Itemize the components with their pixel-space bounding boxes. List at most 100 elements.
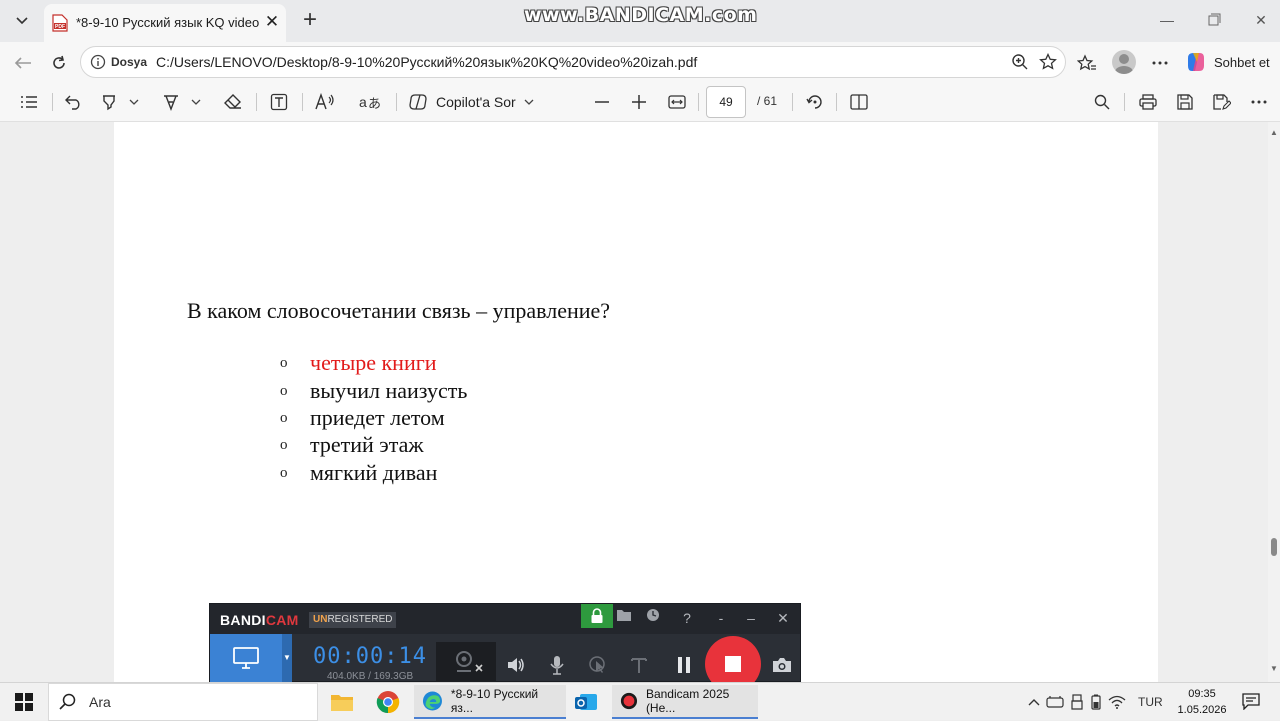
help-icon[interactable]: ? <box>676 608 698 628</box>
taskbar-task-bandicam[interactable]: Bandicam 2025 (Не... <box>612 685 758 719</box>
more-dots-icon <box>1251 100 1267 104</box>
minimize-button[interactable]: – <box>740 608 762 628</box>
bullet: o <box>280 464 288 481</box>
zoom-out-button[interactable] <box>591 92 613 112</box>
vertical-scrollbar[interactable]: ▲ ▼ <box>1268 122 1280 682</box>
new-tab-button[interactable]: + <box>298 8 322 33</box>
close-icon[interactable]: ✕ <box>772 608 794 628</box>
profile-avatar[interactable] <box>1112 50 1136 74</box>
scrollbar-thumb[interactable] <box>1271 538 1277 556</box>
text-overlay-button[interactable] <box>627 654 651 676</box>
answer-option: o четыре книги <box>280 350 437 376</box>
tab-close-icon[interactable]: ✕ <box>263 13 281 31</box>
toolbar-separator <box>52 93 53 111</box>
onedrive-icon[interactable] <box>1046 695 1064 709</box>
clock-date: 1.05.2026 <box>1177 704 1227 716</box>
webcam-toggle[interactable] <box>436 642 496 682</box>
draw-button[interactable] <box>160 92 182 112</box>
input-language[interactable]: TUR <box>1138 695 1163 709</box>
save-button[interactable] <box>1174 92 1196 112</box>
chevron-down-icon <box>16 17 28 25</box>
usb-icon[interactable] <box>1070 694 1084 710</box>
draw-options-button[interactable] <box>188 92 204 112</box>
favorites-button[interactable] <box>1074 50 1100 76</box>
scroll-up-arrow-icon[interactable]: ▲ <box>1270 128 1278 137</box>
pause-button[interactable] <box>672 654 696 676</box>
answer-option-text: четыре книги <box>310 350 437 375</box>
page-view-button[interactable] <box>848 92 870 112</box>
restore-button[interactable] <box>1198 9 1228 31</box>
info-icon[interactable] <box>90 54 106 70</box>
microphone-button[interactable] <box>545 654 569 676</box>
highlight-button[interactable] <box>98 92 120 112</box>
favorite-star-icon[interactable] <box>1039 53 1057 71</box>
taskbar-clock[interactable]: 09:35 1.05.2026 <box>1172 686 1232 718</box>
settings-more-button[interactable] <box>1147 50 1173 76</box>
start-button[interactable] <box>0 683 48 721</box>
screen-mode-button[interactable] <box>210 634 282 682</box>
search-icon <box>59 693 76 710</box>
chevron-down-icon <box>191 99 201 105</box>
find-button[interactable] <box>1091 92 1113 112</box>
rotate-button[interactable] <box>804 92 826 112</box>
lock-button[interactable] <box>581 604 613 628</box>
add-text-button[interactable] <box>268 92 290 112</box>
outlook-taskbar-icon[interactable] <box>566 685 606 719</box>
cursor-effect-button[interactable] <box>586 654 610 676</box>
folder-button[interactable] <box>616 608 638 628</box>
chrome-taskbar-icon[interactable] <box>368 685 408 719</box>
tab-actions-menu-button[interactable] <box>8 8 36 34</box>
two-page-icon <box>850 94 868 110</box>
timer-button[interactable] <box>646 608 668 628</box>
refresh-button[interactable] <box>46 50 72 76</box>
wifi-icon[interactable] <box>1108 695 1126 709</box>
file-explorer-taskbar-icon[interactable] <box>322 685 362 719</box>
zoom-in-button[interactable] <box>628 92 650 112</box>
more-options-button[interactable] <box>1248 92 1270 112</box>
minimize-button[interactable]: — <box>1152 9 1182 31</box>
table-of-contents-button[interactable] <box>18 92 40 112</box>
chevron-up-icon[interactable] <box>1028 698 1040 706</box>
eraser-button[interactable] <box>222 92 244 112</box>
undo-icon <box>65 95 80 110</box>
pen-icon <box>164 95 178 111</box>
collapse-button[interactable]: - <box>710 608 732 628</box>
copilot-outline-icon <box>409 94 427 110</box>
toolbar-separator <box>792 93 793 111</box>
save-as-button[interactable] <box>1211 92 1233 112</box>
refresh-icon <box>53 55 65 69</box>
back-button[interactable] <box>10 50 36 76</box>
notifications-icon[interactable] <box>1242 692 1260 710</box>
bandicam-titlebar[interactable]: BANDICAM UNREGISTERED ? - – ✕ <box>210 604 800 634</box>
taskbar-search[interactable]: Ara <box>48 683 318 721</box>
close-window-button[interactable]: ✕ <box>1246 9 1276 31</box>
camera-icon <box>773 658 791 672</box>
highlight-options-button[interactable] <box>126 92 142 112</box>
toolbar-separator <box>836 93 837 111</box>
navigation-bar: Dosya C:/Users/LENOVO/Desktop/8-9-10%20Р… <box>0 42 1280 82</box>
bandicam-logo-accent: CAM <box>265 612 299 628</box>
url-text[interactable]: C:/Users/LENOVO/Desktop/8-9-10%20Русский… <box>156 54 697 70</box>
more-dots-icon <box>1152 61 1168 65</box>
ask-copilot-button[interactable]: Copilot'a Sor <box>408 91 534 113</box>
screenshot-button[interactable] <box>770 654 794 676</box>
translate-button[interactable]: aあ <box>358 92 384 112</box>
speaker-button[interactable] <box>504 654 528 676</box>
answer-option: o третий этаж <box>280 432 424 458</box>
print-button[interactable] <box>1137 92 1159 112</box>
copilot-chat-button[interactable]: Sohbet et <box>1184 48 1270 76</box>
scroll-down-arrow-icon[interactable]: ▼ <box>1270 664 1278 673</box>
taskbar-task-edge[interactable]: *8-9-10 Русский яз... <box>414 685 566 719</box>
fit-width-button[interactable] <box>666 92 688 112</box>
mode-dropdown-icon[interactable]: ▼ <box>282 634 292 682</box>
zoom-in-icon[interactable] <box>1011 53 1029 71</box>
pdf-viewer[interactable]: В каком словосочетании связь – управлени… <box>0 122 1280 682</box>
read-aloud-button[interactable] <box>314 92 336 112</box>
bandicam-recorder-widget[interactable]: BANDICAM UNREGISTERED ? - – ✕ ▼ 00:00:14… <box>209 603 801 692</box>
undo-button[interactable] <box>63 92 85 112</box>
page-number-input[interactable]: 49 <box>706 86 746 118</box>
tab-active[interactable]: PDF *8-9-10 Русский язык KQ video izah.p… <box>44 4 286 42</box>
svg-text:PDF: PDF <box>55 24 65 30</box>
address-bar[interactable]: Dosya C:/Users/LENOVO/Desktop/8-9-10%20Р… <box>80 46 1066 78</box>
battery-icon[interactable] <box>1090 694 1102 710</box>
